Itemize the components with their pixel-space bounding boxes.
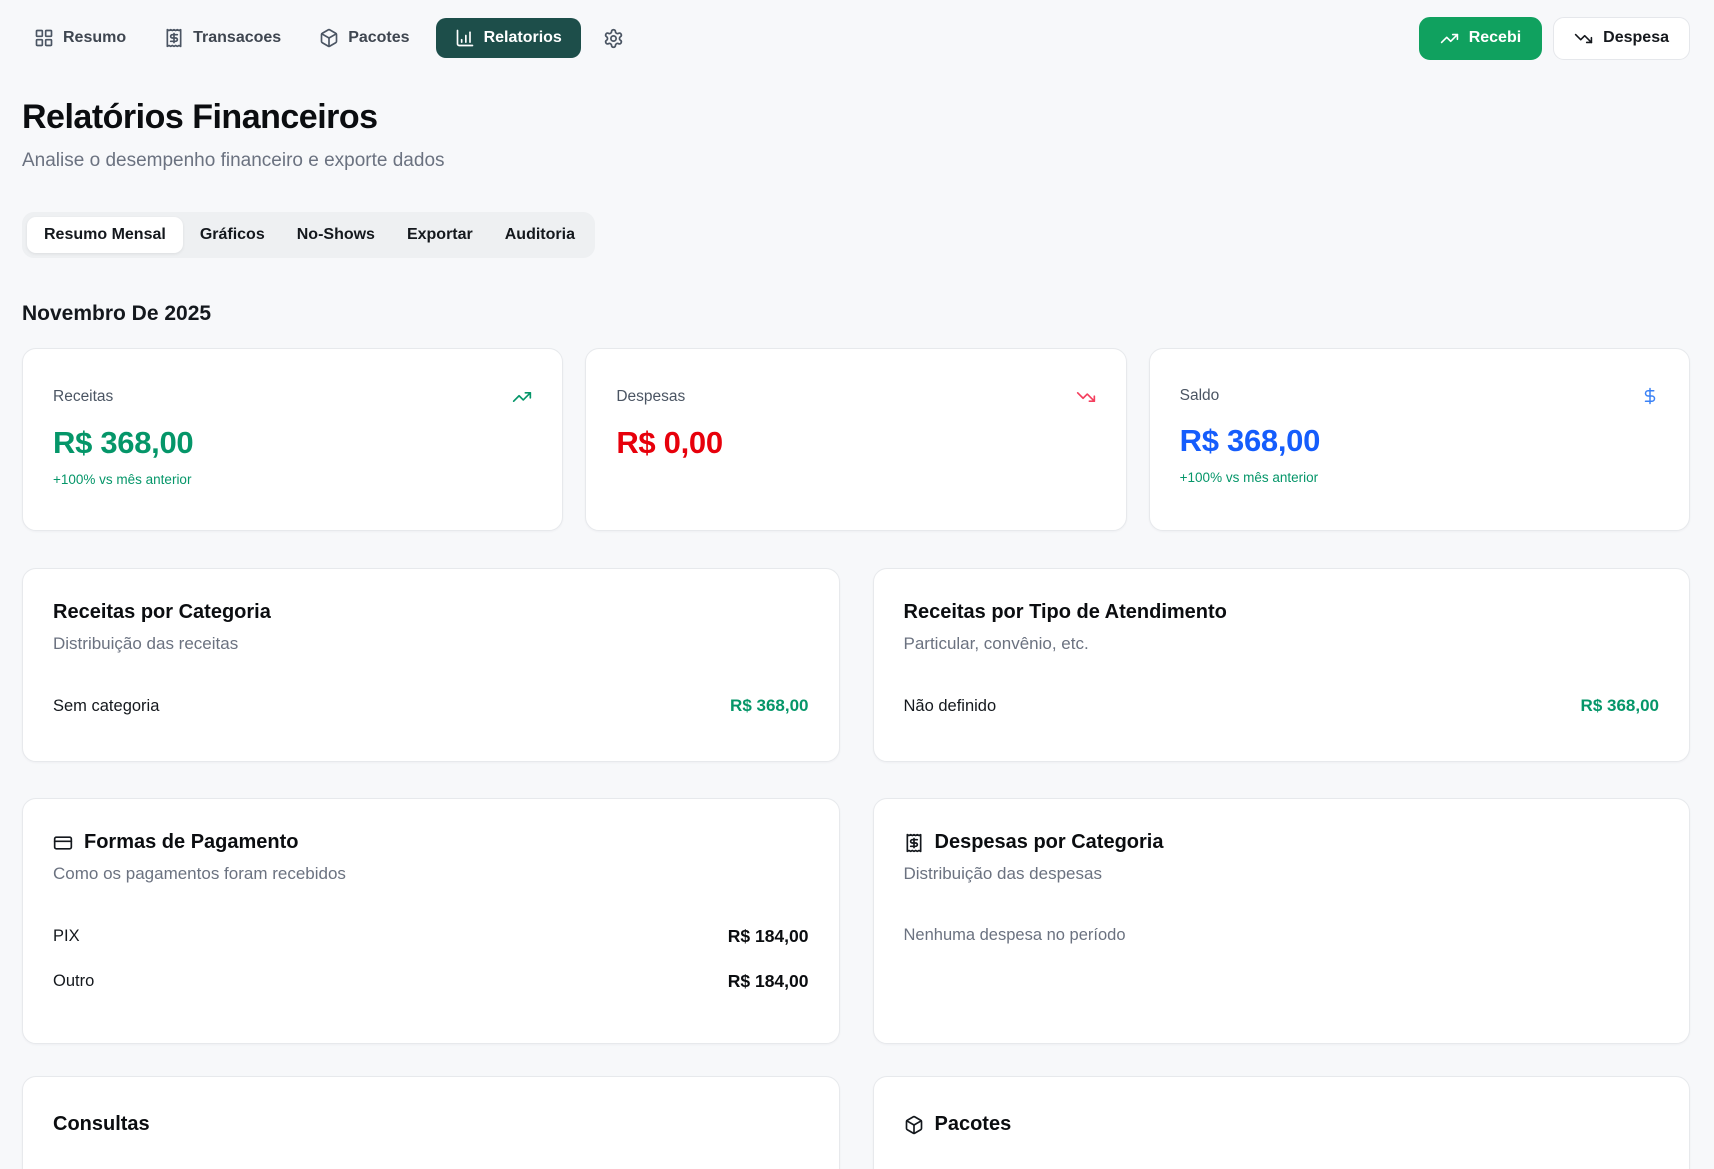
recebi-button-label: Recebi — [1469, 29, 1521, 47]
nav-item-label: Relatorios — [484, 29, 562, 47]
page-title: Relatórios Financeiros — [22, 98, 1690, 137]
receipt-icon — [164, 28, 184, 48]
stat-value: R$ 368,00 — [53, 425, 532, 461]
tab-no-shows[interactable]: No-Shows — [282, 217, 390, 253]
category-value: R$ 368,00 — [730, 696, 808, 716]
consultas-card: Consultas — [22, 1076, 840, 1169]
card-title: Receitas por Categoria — [53, 601, 809, 624]
category-label: Não definido — [904, 697, 997, 716]
despesa-button[interactable]: Despesa — [1553, 17, 1690, 60]
grid-icon — [34, 28, 54, 48]
empty-state-message: Nenhuma despesa no período — [904, 926, 1660, 945]
tab-exportar[interactable]: Exportar — [392, 217, 488, 253]
nav-menu: Resumo Transacoes Pacote — [22, 18, 632, 58]
nav-item-resumo[interactable]: Resumo — [22, 18, 138, 58]
payment-label: PIX — [53, 927, 80, 946]
pacotes-card: Pacotes — [873, 1076, 1691, 1169]
card-subtitle: Distribuição das receitas — [53, 634, 809, 654]
stat-caption — [616, 472, 1095, 488]
despesa-button-label: Despesa — [1603, 29, 1669, 47]
stat-value: R$ 368,00 — [1180, 423, 1659, 459]
package-icon — [904, 1115, 924, 1135]
report-tabs: Resumo Mensal Gráficos No-Shows Exportar… — [22, 212, 595, 258]
month-heading: Novembro De 2025 — [22, 302, 1690, 326]
nav-item-label: Pacotes — [348, 29, 409, 47]
payment-row: PIX R$ 184,00 — [53, 914, 809, 959]
gear-icon[interactable] — [595, 20, 632, 57]
top-nav: Resumo Transacoes Pacote — [22, 16, 1690, 60]
receitas-atendimento-card: Receitas por Tipo de Atendimento Particu… — [873, 568, 1691, 762]
category-value: R$ 368,00 — [1581, 696, 1659, 716]
stat-label: Saldo — [1180, 387, 1220, 405]
page-subtitle: Analise o desempenho financeiro e export… — [22, 150, 1690, 172]
card-subtitle: Distribuição das despesas — [904, 864, 1660, 884]
trending-down-icon — [1574, 29, 1593, 48]
receitas-categoria-card: Receitas por Categoria Distribuição das … — [22, 568, 840, 762]
payment-label: Outro — [53, 972, 94, 991]
tab-graficos[interactable]: Gráficos — [185, 217, 280, 253]
card-subtitle: Particular, convênio, etc. — [904, 634, 1660, 654]
card-title: Pacotes — [935, 1113, 1012, 1136]
payment-value: R$ 184,00 — [728, 971, 809, 992]
nav-actions: Recebi Despesa — [1419, 17, 1690, 60]
dollar-icon — [1641, 387, 1659, 405]
stat-card-receitas: Receitas R$ 368,00 +100% vs mês anterior — [22, 348, 563, 531]
reports-page: Resumo Transacoes Pacote — [0, 0, 1714, 1169]
trending-up-icon — [1440, 29, 1459, 48]
formas-pagamento-card: Formas de Pagamento Como os pagamentos f… — [22, 798, 840, 1044]
nav-item-pacotes[interactable]: Pacotes — [307, 18, 421, 58]
category-row: Não definido R$ 368,00 — [904, 684, 1660, 728]
recebi-button[interactable]: Recebi — [1419, 17, 1542, 60]
card-title: Receitas por Tipo de Atendimento — [904, 601, 1660, 624]
category-label: Sem categoria — [53, 697, 159, 716]
nav-item-label: Resumo — [63, 29, 126, 47]
trending-up-icon — [512, 387, 532, 407]
breakdown-row: Receitas por Categoria Distribuição das … — [22, 568, 1690, 762]
bar-chart-icon — [455, 28, 475, 48]
payment-value: R$ 184,00 — [728, 926, 809, 947]
stats-grid: Receitas R$ 368,00 +100% vs mês anterior… — [22, 348, 1690, 531]
tab-resumo-mensal[interactable]: Resumo Mensal — [27, 217, 183, 253]
nav-item-relatorios[interactable]: Relatorios — [436, 18, 581, 58]
stat-card-despesas: Despesas R$ 0,00 — [585, 348, 1126, 531]
payments-row: Formas de Pagamento Como os pagamentos f… — [22, 798, 1690, 1044]
receipt-icon — [904, 833, 924, 853]
credit-card-icon — [53, 833, 73, 853]
card-title: Consultas — [53, 1113, 809, 1136]
stat-card-saldo: Saldo R$ 368,00 +100% vs mês anterior — [1149, 348, 1690, 531]
stat-label: Receitas — [53, 388, 113, 406]
category-row: Sem categoria R$ 368,00 — [53, 684, 809, 728]
stat-caption: +100% vs mês anterior — [53, 472, 532, 488]
stat-value: R$ 0,00 — [616, 425, 1095, 461]
card-title: Formas de Pagamento — [84, 831, 299, 854]
bottom-row: Consultas Pacotes — [22, 1076, 1690, 1169]
despesas-categoria-card: Despesas por Categoria Distribuição das … — [873, 798, 1691, 1044]
tab-auditoria[interactable]: Auditoria — [490, 217, 590, 253]
trending-down-icon — [1076, 387, 1096, 407]
nav-item-transacoes[interactable]: Transacoes — [152, 18, 293, 58]
payment-row: Outro R$ 184,00 — [53, 959, 809, 1004]
stat-caption: +100% vs mês anterior — [1180, 470, 1659, 486]
stat-label: Despesas — [616, 388, 685, 406]
card-title: Despesas por Categoria — [935, 831, 1164, 854]
nav-item-label: Transacoes — [193, 29, 281, 47]
package-icon — [319, 28, 339, 48]
card-subtitle: Como os pagamentos foram recebidos — [53, 864, 809, 884]
